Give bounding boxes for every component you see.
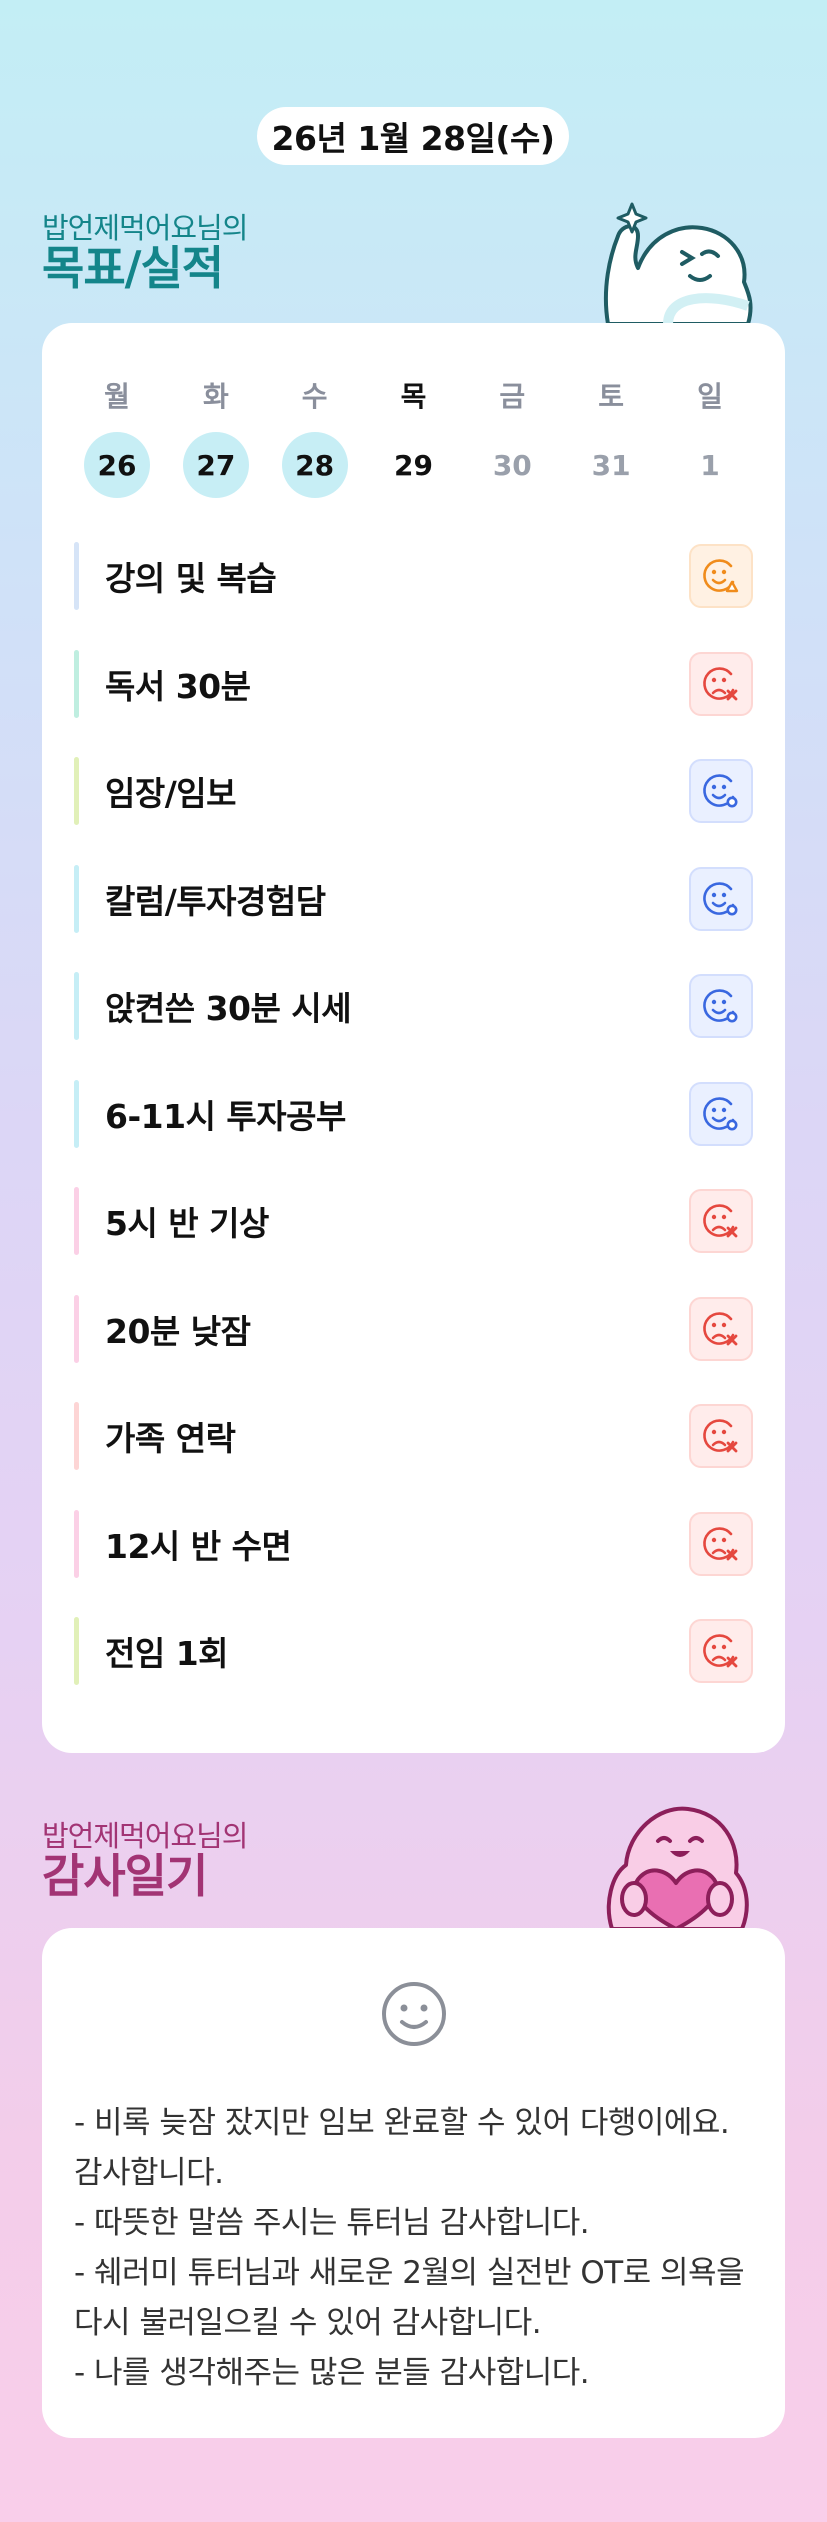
goal-color-bar (74, 542, 79, 610)
goal-label: 가족 연락 (105, 1419, 236, 1458)
goal-color-bar (74, 1617, 79, 1685)
goal-color-bar (74, 1294, 79, 1363)
goal-row[interactable]: 전임 1회 (74, 1616, 753, 1686)
date-row: 26 27 28 29 30 31 1 (42, 432, 785, 498)
smiley-face-icon (382, 1982, 446, 2046)
goal-label: 5시 반 기상 (105, 1204, 269, 1243)
goal-color-bar (74, 1079, 79, 1148)
goal-color-bar (74, 1187, 79, 1255)
goal-color-bar (74, 1509, 79, 1578)
goal-row[interactable]: 가족 연락 (74, 1401, 753, 1471)
goal-row[interactable]: 6-11시 투자공부 (74, 1079, 753, 1149)
waving-ghost-mascot-icon (603, 202, 753, 324)
weekday-label: 금 (499, 380, 526, 413)
circle-face-icon[interactable] (689, 759, 753, 823)
gratitude-line: - 비록 늦잠 잤지만 임보 완료할 수 있어 다행이에요. 감사합니다. (74, 2105, 730, 2191)
goal-color-bar (74, 864, 79, 933)
goals-section-title: 목표/실적 (42, 241, 224, 295)
goal-color-bar (74, 757, 79, 825)
weekday-label: 화 (202, 380, 229, 413)
goal-row[interactable]: 12시 반 수면 (74, 1509, 753, 1579)
x-face-icon[interactable] (689, 1404, 753, 1468)
gratitude-line: - 따뜻한 말씀 주시는 튜터님 감사합니다. (74, 2205, 590, 2241)
goal-label: 6-11시 투자공부 (105, 1096, 346, 1136)
calendar-day-31[interactable]: 31 (578, 432, 644, 498)
heart-holding-mascot-icon (606, 1806, 749, 1929)
calendar-day-1[interactable]: 1 (677, 432, 743, 498)
goal-color-bar (74, 972, 79, 1040)
weekday-label: 수 (301, 380, 328, 413)
date-pill: 26년 1월 28일(수) (257, 107, 569, 165)
goal-row[interactable]: 20분 낮잠 (74, 1294, 753, 1364)
goal-label: 20분 낮잠 (105, 1311, 251, 1351)
goal-row[interactable]: 칼럼/투자경험담 (74, 864, 753, 934)
goal-label: 독서 30분 (105, 666, 251, 706)
goal-row[interactable]: 임장/임보 (74, 756, 753, 826)
goal-color-bar (74, 1402, 79, 1470)
circle-face-icon[interactable] (689, 866, 753, 931)
goal-label: 임장/임보 (105, 774, 237, 813)
calendar-day-26[interactable]: 26 (84, 432, 150, 498)
circle-face-icon[interactable] (689, 1081, 753, 1146)
gratitude-entry: - 비록 늦잠 잤지만 임보 완료할 수 있어 다행이에요. 감사합니다. - 따… (74, 2098, 753, 2398)
x-face-icon[interactable] (689, 1619, 753, 1683)
x-face-icon[interactable] (689, 1189, 753, 1253)
goal-row[interactable]: 강의 및 복습 (74, 541, 753, 611)
goal-label: 앉켠쓴 30분 시세 (105, 989, 352, 1028)
x-face-icon[interactable] (689, 651, 753, 716)
weekday-label: 토 (598, 380, 625, 413)
goal-label: 12시 반 수면 (105, 1526, 292, 1566)
x-face-icon[interactable] (689, 1511, 753, 1576)
goal-label: 강의 및 복습 (105, 559, 277, 598)
weekday-label: 목 (400, 380, 427, 413)
goal-row[interactable]: 5시 반 기상 (74, 1186, 753, 1256)
weekday-label: 월 (104, 380, 130, 413)
calendar-day-29[interactable]: 29 (380, 432, 446, 498)
goal-label: 칼럼/투자경험담 (105, 881, 326, 921)
calendar-day-27[interactable]: 27 (182, 432, 249, 498)
circle-face-icon[interactable] (689, 974, 753, 1038)
goal-label: 전임 1회 (105, 1634, 229, 1673)
goal-color-bar (74, 649, 79, 718)
goals-card: 월 화 수 목 금 토 일 26 27 28 29 30 31 1 강의 및 복습독서 30분임장/임보… (42, 323, 785, 1753)
gratitude-card: - 비록 늦잠 잤지만 임보 완료할 수 있어 다행이에요. 감사합니다. - 따… (42, 1928, 785, 2438)
triangle-face-icon[interactable] (689, 544, 753, 608)
gratitude-line: - 쉐러미 튜터님과 새로운 2월의 실전반 OT로 의욕을 다시 불러일으킬 … (74, 2255, 745, 2341)
goal-row[interactable]: 독서 30분 (74, 649, 753, 719)
gratitude-section-title: 감사일기 (42, 1849, 208, 1903)
goal-row[interactable]: 앉켠쓴 30분 시세 (74, 971, 753, 1041)
calendar-day-28[interactable]: 28 (281, 432, 348, 498)
weekday-label: 일 (697, 380, 723, 413)
x-face-icon[interactable] (689, 1296, 753, 1361)
gratitude-line: - 나를 생각해주는 많은 분들 감사합니다. (74, 2355, 590, 2391)
calendar-day-30[interactable]: 30 (479, 432, 545, 498)
weekday-row: 월화수목금토일 (42, 375, 785, 415)
